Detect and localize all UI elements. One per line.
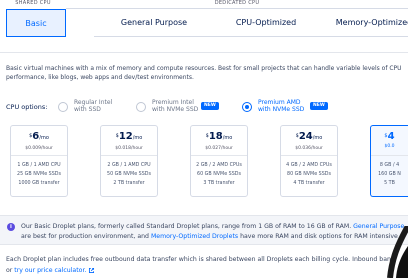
card-cpu: 8 GB / 4 [379, 163, 400, 168]
cpu-options-label: CPU options: [6, 103, 48, 111]
plan-description: Basic virtual machines with a mix of mem… [6, 65, 402, 81]
card-hourly: $0.018/hour [115, 146, 143, 151]
card-transfer: 3 TB transfer [203, 181, 235, 186]
radio-premium-intel[interactable] [136, 102, 146, 112]
card-hourly: $0.009/hour [25, 146, 53, 151]
price-card-24[interactable]: $24/mo $0.036/hour 4 GB / 2 AMD CPUs 80 … [280, 125, 338, 197]
option-regular-intel-line1: Regular Intel [74, 99, 113, 106]
card-disk: 50 GB NVMe SSDs [107, 172, 151, 177]
card-hourly: $0.027/hour [205, 146, 233, 151]
section-divider [0, 52, 408, 53]
price-card-48-partial[interactable]: $4 $0.0 8 GB / 4 160 GB N 5 TB [370, 125, 408, 197]
price-card-6[interactable]: $6/mo $0.009/hour 1 GB / 1 AMD CPU 25 GB… [10, 125, 68, 197]
option-premium-amd: Premium AMD with NVMe SSD [258, 99, 304, 113]
info-notice: i Our Basic Droplet plans, formerly call… [0, 215, 408, 245]
info-line1: Our Basic Droplet plans, formerly called… [21, 223, 354, 230]
transfer-note: Each Droplet plan includes free outbound… [6, 254, 395, 276]
option-premium-amd-line2: with NVMe SSD [258, 106, 305, 113]
price-card-18[interactable]: $18/mo $0.027/hour 2 GB / 2 AMD CPUs 60 … [190, 125, 248, 197]
plan-tabs: Basic General Purpose CPU-Optimized Memo… [0, 9, 408, 37]
option-regular-intel-line2: with SSD [74, 106, 101, 113]
card-disk: 160 GB N [378, 172, 401, 177]
card-price: $4 [384, 131, 395, 142]
tab-cpu-optimized[interactable]: CPU-Optimized [206, 9, 326, 37]
card-price: $24/mo [295, 131, 323, 142]
price-card-12[interactable]: $12/mo $0.018/hour 2 GB / 1 AMD CPU 50 G… [100, 125, 158, 197]
card-cpu: 2 GB / 2 AMD CPUs [196, 163, 242, 168]
card-cpu: 2 GB / 1 AMD CPU [107, 163, 151, 168]
card-transfer: 5 TB [384, 181, 395, 186]
new-badge-premium-intel: NEW [201, 102, 219, 110]
option-premium-amd-line1: Premium AMD [258, 99, 301, 106]
card-transfer: 4 TB transfer [293, 181, 325, 186]
option-premium-intel-line2: with NVMe SSD [152, 106, 199, 113]
tab-basic[interactable]: Basic [6, 9, 66, 37]
overlay-corner-decoration [387, 226, 408, 278]
new-badge-premium-amd: NEW [310, 102, 328, 110]
card-disk: 80 GB NVMe SSDs [287, 172, 331, 177]
transfer-note-line1: Each Droplet plan includes free outbound… [6, 256, 395, 263]
card-transfer: 1000 GB transfer [18, 181, 60, 186]
card-transfer: 2 TB transfer [113, 181, 145, 186]
info-line2-start: are best for production environment, and [21, 233, 151, 240]
card-price: $12/mo [115, 131, 143, 142]
card-price: $6/mo [29, 131, 49, 142]
card-disk: 60 GB NVMe SSDs [197, 172, 241, 177]
radio-premium-amd[interactable] [242, 102, 252, 112]
card-price: $18/mo [205, 131, 233, 142]
card-cpu: 4 GB / 2 AMD CPUs [286, 163, 332, 168]
card-cpu: 1 GB / 1 AMD CPU [17, 163, 61, 168]
shared-cpu-heading: SHARED CPU [15, 0, 51, 6]
memory-optimized-link[interactable]: Memory-Optimized Droplets [151, 233, 238, 240]
option-premium-intel: Premium Intel with NVMe SSD [152, 99, 198, 113]
option-regular-intel: Regular Intel with SSD [74, 99, 112, 113]
dedicated-cpu-heading: DEDICATED CPU [66, 0, 408, 9]
card-hourly: $0.036/hour [295, 146, 323, 151]
card-hourly: $0.0 [384, 144, 395, 149]
price-calculator-link[interactable]: try our price calculator. [14, 267, 86, 274]
option-premium-intel-line1: Premium Intel [152, 99, 194, 106]
info-text: Our Basic Droplet plans, formerly called… [21, 222, 408, 242]
card-disk: 25 GB NVMe SSDs [17, 172, 61, 177]
info-icon: i [7, 223, 15, 231]
radio-regular-intel[interactable] [58, 102, 68, 112]
external-link-icon [89, 267, 95, 273]
tab-memory-optimized[interactable]: Memory-Optimized [326, 9, 408, 37]
tab-general-purpose[interactable]: General Purpose [94, 9, 214, 37]
